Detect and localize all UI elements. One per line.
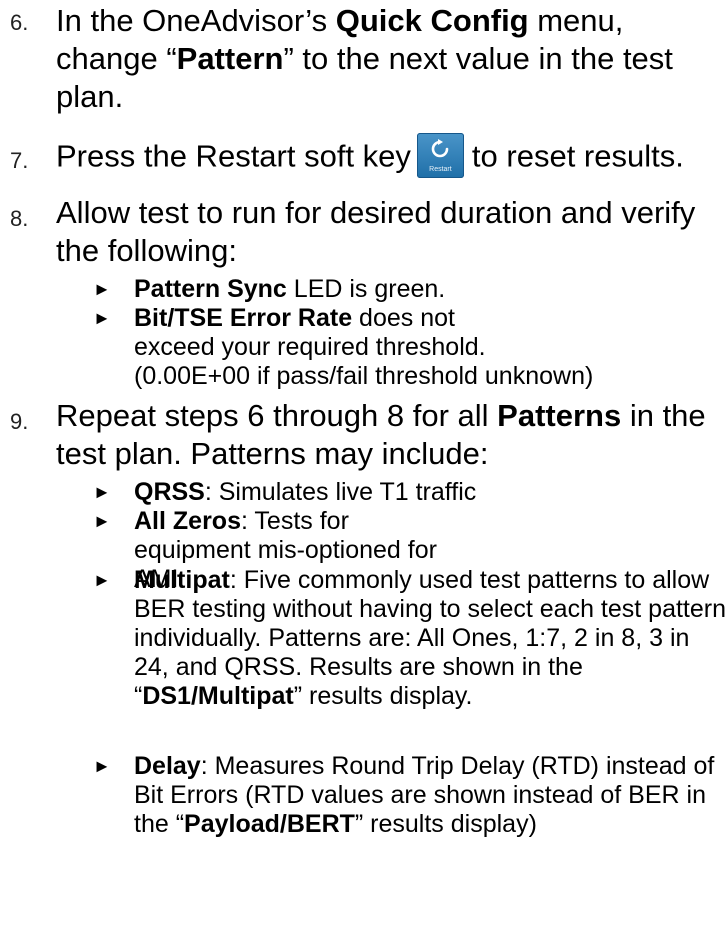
bold-term: Quick Config — [335, 3, 529, 38]
bold-term: Pattern — [176, 41, 284, 76]
refresh-icon — [431, 139, 449, 158]
restart-softkey[interactable]: Restart — [416, 133, 464, 178]
bullet-arrow-icon: ► — [93, 482, 111, 502]
step-text: Repeat steps 6 through 8 for all Pattern… — [56, 398, 706, 471]
step-text: Allow test to run for desired duration a… — [56, 195, 696, 268]
bold-term: Patterns — [497, 398, 622, 433]
bullet-arrow-icon: ► — [93, 756, 111, 776]
bullet-arrow-icon: ► — [93, 570, 111, 590]
softkey-label: Restart — [429, 166, 452, 173]
bullet-arrow-icon: ► — [93, 279, 111, 299]
step-number: 9. — [10, 409, 29, 434]
step-text: Press the Restart soft key Restart to rese… — [56, 133, 728, 181]
bullet-arrow-icon: ► — [93, 308, 111, 328]
step-number: 7. — [10, 148, 29, 173]
step-number: 8. — [10, 206, 29, 231]
step-number: 6. — [10, 10, 29, 35]
bullet-arrow-icon: ► — [93, 511, 111, 531]
step-text: In the OneAdvisor’s Quick Config menu, c… — [56, 3, 673, 114]
